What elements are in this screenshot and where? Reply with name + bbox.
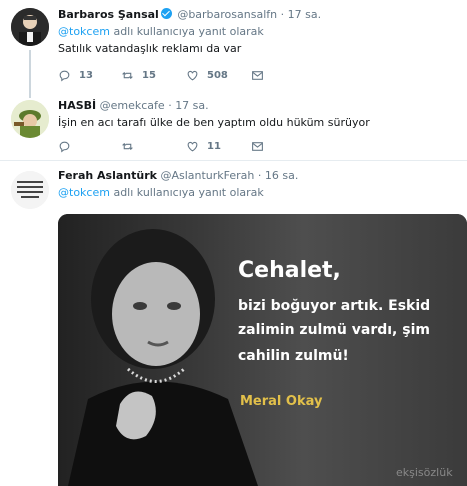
media-line-2: zalimin zulmü vardı, şim xyxy=(238,322,430,338)
media-author: Meral Okay xyxy=(240,394,323,409)
tweet-text: Satılık vatandaşlık reklamı da var xyxy=(58,42,242,55)
avatar-barbaros[interactable] xyxy=(11,8,49,46)
reply-button[interactable]: 13 xyxy=(58,69,93,82)
reply-context-text: adlı kullanıcıya yanıt olarak xyxy=(109,25,264,38)
reply-context: @tokcem adlı kullanıcıya yanıt olarak xyxy=(58,25,461,39)
timestamp[interactable]: 17 sa. xyxy=(175,99,208,112)
reply-to-link[interactable]: @tokcem xyxy=(58,25,110,38)
retweet-icon xyxy=(122,72,133,79)
reply-count: 13 xyxy=(79,70,93,81)
like-count: 508 xyxy=(207,70,228,81)
tweet-2[interactable]: HASBİ @emekcafe · 17 sa. İşin en acı tar… xyxy=(0,90,467,160)
dm-button[interactable] xyxy=(251,69,264,82)
tweet-1[interactable]: Barbaros Şansal @barbarosansalfn · 17 sa… xyxy=(0,0,467,90)
display-name[interactable]: Barbaros Şansal xyxy=(58,8,159,21)
media-watermark: ekşisözlük xyxy=(396,466,453,479)
retweet-count: 15 xyxy=(142,70,156,81)
reply-to-link[interactable]: @tokcem xyxy=(58,186,110,199)
thread-line xyxy=(29,90,31,98)
envelope-icon xyxy=(252,71,263,80)
timestamp[interactable]: 16 sa. xyxy=(265,169,298,182)
reply-context-text: adlı kullanıcıya yanıt olarak xyxy=(109,186,264,199)
retweet-button[interactable] xyxy=(121,140,142,153)
avatar-hasbi[interactable] xyxy=(11,100,49,138)
reply-button[interactable] xyxy=(58,140,79,153)
username[interactable]: @barbarosansalfn xyxy=(177,8,277,21)
like-button[interactable]: 508 xyxy=(186,69,228,82)
display-name[interactable]: Ferah Aslantürk xyxy=(58,169,157,182)
avatar-ferah[interactable] xyxy=(11,171,49,209)
media-line-3: cahilin zulmü! xyxy=(238,348,349,364)
timestamp[interactable]: 17 sa. xyxy=(288,8,321,21)
heart-icon xyxy=(187,70,198,81)
heart-icon xyxy=(187,141,198,152)
tweet-header: HASBİ @emekcafe · 17 sa. xyxy=(58,99,461,113)
media-line-1: bizi boğuyor artık. Eskid xyxy=(238,298,431,314)
username[interactable]: @emekcafe xyxy=(100,99,165,112)
like-count: 11 xyxy=(207,141,221,152)
tweet-media-image[interactable]: Cehalet, bizi boğuyor artık. Eskid zalim… xyxy=(58,214,467,486)
woman-portrait-image xyxy=(68,229,258,486)
separator-dot: · xyxy=(168,99,172,112)
reply-icon xyxy=(59,141,70,153)
reply-icon xyxy=(59,70,70,82)
envelope-icon xyxy=(252,142,263,151)
tweet-header: Barbaros Şansal @barbarosansalfn · 17 sa… xyxy=(58,8,461,22)
retweet-button[interactable]: 15 xyxy=(121,69,156,82)
retweet-icon xyxy=(122,143,133,150)
username[interactable]: @AslanturkFerah xyxy=(160,169,254,182)
display-name[interactable]: HASBİ xyxy=(58,99,96,112)
media-headline: Cehalet, xyxy=(238,258,341,283)
separator-dot: · xyxy=(257,169,262,182)
tweet-header: Ferah Aslantürk @AslanturkFerah · 16 sa. xyxy=(58,169,461,183)
verified-badge-icon xyxy=(160,8,172,19)
separator-dot: · xyxy=(280,8,285,21)
tweet-text: İşin en acı tarafı ülke de ben yaptım ol… xyxy=(58,116,370,129)
thread-line xyxy=(29,50,31,90)
reply-context: @tokcem adlı kullanıcıya yanıt olarak xyxy=(58,186,461,200)
dm-button[interactable] xyxy=(251,140,264,153)
like-button[interactable]: 11 xyxy=(186,140,221,153)
